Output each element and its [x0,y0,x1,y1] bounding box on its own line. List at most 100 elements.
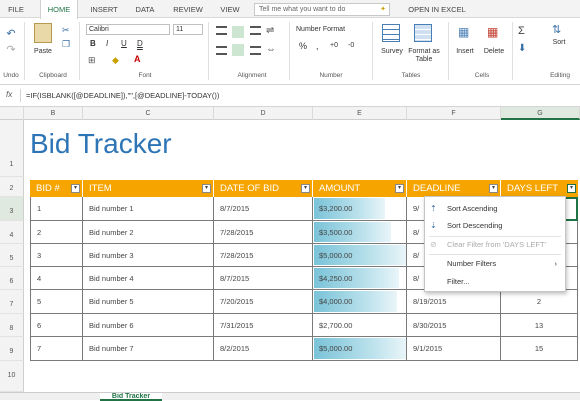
item-cell[interactable]: Bid number 5 [83,290,214,314]
align-left-icon[interactable] [216,46,227,55]
item-cell[interactable]: Bid number 7 [83,337,214,361]
amount-cell[interactable]: $3,200.00 [313,197,407,221]
align-middle-icon[interactable] [232,26,244,38]
format-as-table-button[interactable]: Format as Table [404,48,444,64]
header-bid-number[interactable]: BID # ▾ [30,180,83,197]
tab-view[interactable]: VIEW [214,0,246,18]
tab-data[interactable]: DATA [128,0,162,18]
fill-icon[interactable]: ⬇ [518,43,526,54]
header-date-of-bid[interactable]: DATE OF BID ▾ [214,180,313,197]
sort-descending-item[interactable]: ⇣ Sort Descending [425,218,565,234]
row-header-2[interactable]: 2 [0,177,24,197]
tab-review[interactable]: REVIEW [166,0,210,18]
header-amount[interactable]: AMOUNT ▾ [313,180,407,197]
header-days-left[interactable]: DAYS LEFT ▾ [501,180,578,197]
date-cell[interactable]: 8/7/2015 [214,267,313,290]
number-format-select[interactable]: Number Format [296,26,366,34]
increase-decimal-icon[interactable]: +0 [330,42,338,50]
survey-icon[interactable] [382,24,400,42]
tell-me-input[interactable]: Tell me what you want to do ✦ [254,3,390,16]
double-underline-button[interactable]: D [137,40,143,48]
align-bottom-icon[interactable] [250,26,261,35]
insert-cells-icon[interactable]: ▦ [458,25,469,39]
number-filters-item[interactable]: Number Filters › [425,256,565,272]
row-header-5[interactable]: 5 [0,244,24,267]
row-header-1[interactable]: 1 [0,120,24,177]
align-top-icon[interactable] [216,26,227,35]
bid-number-cell[interactable]: 6 [30,314,83,337]
sheet-title[interactable]: Bid Tracker [30,128,172,160]
insert-button[interactable]: Insert [452,48,478,56]
deadline-cell[interactable]: 9/1/2015 [407,337,501,361]
format-as-table-icon[interactable] [414,24,432,42]
row-header-10[interactable]: 10 [0,361,24,392]
select-all-corner[interactable] [0,107,24,120]
align-right-icon[interactable] [250,46,261,55]
wrap-text-icon[interactable]: ⇌ [266,25,274,36]
paste-button[interactable]: Paste [28,48,58,56]
column-header-d[interactable]: D [214,107,313,120]
column-header-f[interactable]: F [407,107,501,120]
underline-button[interactable]: U [121,40,127,48]
align-center-icon[interactable] [232,44,244,56]
amount-cell[interactable]: $5,000.00 [313,337,407,361]
column-header-b[interactable]: B [24,107,83,120]
row-header-9[interactable]: 9 [0,337,24,361]
filter-item[interactable]: Filter... [425,274,565,290]
tab-file[interactable]: FILE [2,0,30,18]
bid-number-cell[interactable]: 1 [30,197,83,221]
amount-cell[interactable]: $4,000.00 [313,290,407,314]
comma-style-icon[interactable]: , [316,42,319,51]
days-left-cell[interactable]: 2 [501,290,578,314]
font-size-select[interactable]: 11 [173,24,203,35]
filter-dropdown-icon[interactable]: ▾ [71,184,80,193]
date-cell[interactable]: 8/7/2015 [214,197,313,221]
tab-insert[interactable]: INSERT [84,0,124,18]
row-header-3[interactable]: 3 [0,197,24,221]
fx-icon[interactable]: fx [6,90,12,99]
header-item[interactable]: ITEM ▾ [83,180,214,197]
percent-icon[interactable]: % [299,42,307,51]
item-cell[interactable]: Bid number 3 [83,244,214,267]
borders-icon[interactable]: ⊞ [88,55,96,66]
date-cell[interactable]: 7/31/2015 [214,314,313,337]
merge-center-icon[interactable]: ⇔ [266,44,276,55]
date-cell[interactable]: 8/2/2015 [214,337,313,361]
bid-number-cell[interactable]: 5 [30,290,83,314]
header-deadline[interactable]: DEADLINE ▾ [407,180,501,197]
row-header-4[interactable]: 4 [0,221,24,244]
days-left-cell[interactable]: 15 [501,337,578,361]
formula-input[interactable]: =IF(ISBLANK([@DEADLINE]),"",[@DEADLINE]-… [26,91,219,100]
date-cell[interactable]: 7/20/2015 [214,290,313,314]
delete-button[interactable]: Delete [480,48,508,56]
decrease-decimal-icon[interactable]: -0 [348,42,354,50]
sort-ascending-item[interactable]: ⇡ Sort Ascending [425,201,565,217]
autosum-icon[interactable]: Σ [518,25,525,37]
font-name-select[interactable]: Calibri [86,24,170,35]
item-cell[interactable]: Bid number 2 [83,221,214,244]
bid-number-cell[interactable]: 2 [30,221,83,244]
sort-icon[interactable]: ⇅ [552,23,561,36]
item-cell[interactable]: Bid number 1 [83,197,214,221]
font-color-icon[interactable]: A [134,54,141,64]
row-header-7[interactable]: 7 [0,290,24,314]
amount-cell[interactable]: $4,250.00 [313,267,407,290]
filter-dropdown-icon[interactable]: ▾ [489,184,498,193]
bid-number-cell[interactable]: 3 [30,244,83,267]
undo-icon[interactable]: ↶ [4,27,18,40]
italic-button[interactable]: I [106,40,108,48]
deadline-cell[interactable]: 8/30/2015 [407,314,501,337]
filter-dropdown-icon[interactable]: ▾ [202,184,211,193]
paste-icon[interactable] [34,23,52,43]
delete-cells-icon[interactable]: ▦ [487,25,498,39]
filter-dropdown-icon[interactable]: ▾ [301,184,310,193]
amount-cell[interactable]: $3,500.00 [313,221,407,244]
fill-color-icon[interactable]: ◆ [112,55,119,66]
column-header-c[interactable]: C [83,107,214,120]
copy-icon[interactable]: ❐ [62,39,70,50]
column-header-e[interactable]: E [313,107,407,120]
row-header-8[interactable]: 8 [0,314,24,337]
column-header-g[interactable]: G [501,107,580,120]
cut-icon[interactable]: ✂ [62,25,70,36]
days-left-cell[interactable]: 13 [501,314,578,337]
